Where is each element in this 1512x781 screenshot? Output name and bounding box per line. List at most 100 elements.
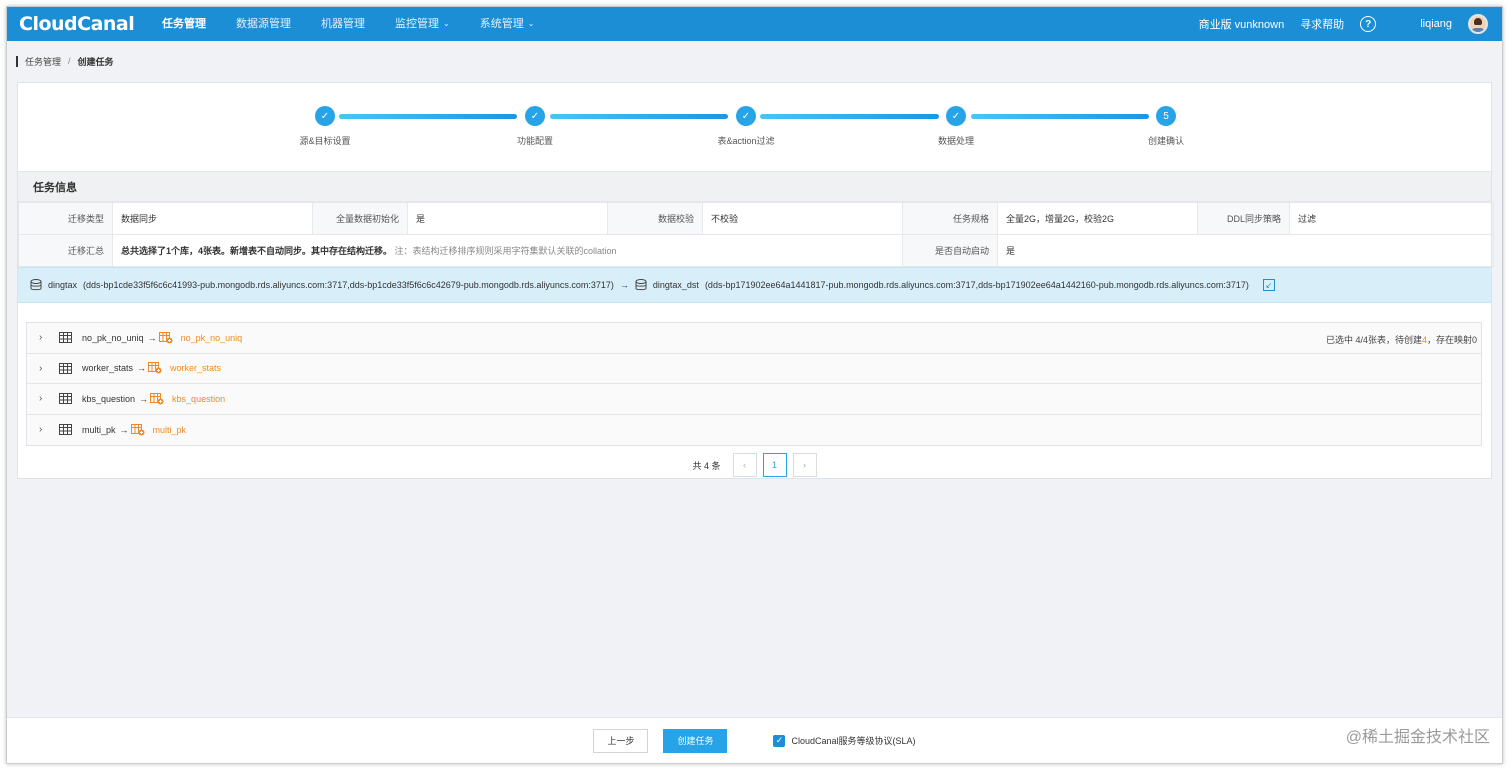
step-number: 5 <box>1156 106 1176 126</box>
spec-value: 全量2G，增量2G，校验2G <box>997 202 1198 235</box>
nav-system-management[interactable]: 系统管理 ⌄ <box>465 7 550 41</box>
step-connector <box>550 114 728 119</box>
step-label: 表&action过滤 <box>717 136 775 146</box>
selection-prefix: 已选中 4/4张表，待创建 <box>1325 335 1422 345</box>
step-data-processing: ✓ 数据处理 <box>916 106 996 147</box>
target-db-hosts: (dds-bp171902ee64a1441817-pub.mongodb.rd… <box>704 280 1249 290</box>
nav-label: 任务管理 <box>162 18 206 30</box>
footer-action-bar: 上一步 创建任务 ✓ CloudCanal服务等级协议(SLA) <box>7 717 1502 763</box>
arrow-right-icon: → <box>137 363 147 374</box>
autostart-label: 是否自动启动 <box>902 234 998 267</box>
step-function-config: ✓ 功能配置 <box>495 106 575 147</box>
selection-suffix: ，存在映射0 <box>1426 335 1477 345</box>
database-icon <box>635 279 647 291</box>
chevron-right-icon[interactable]: › <box>39 363 49 374</box>
pagination: 共 4 条 ‹ 1 › <box>18 453 1491 477</box>
step-label: 源&目标设置 <box>299 136 351 146</box>
avatar[interactable] <box>1468 14 1488 34</box>
task-info-title: 任务信息 <box>18 171 1491 202</box>
prev-page-button[interactable]: ‹ <box>732 453 757 477</box>
summary-label: 迁移汇总 <box>18 234 113 267</box>
step-create-confirm: 5 创建确认 <box>1126 106 1206 147</box>
next-page-button[interactable]: › <box>792 453 817 477</box>
nav-machine-management[interactable]: 机器管理 <box>306 7 380 41</box>
verify-label: 数据校验 <box>607 202 703 235</box>
cloudcanal-logo[interactable]: CloudCanal <box>19 13 147 35</box>
chevron-right-icon[interactable]: › <box>39 424 49 435</box>
nav-task-management[interactable]: 任务管理 <box>147 7 221 41</box>
table-row[interactable]: › no_pk_no_uniq → no_pk_no_uniq 已选中 4/4张… <box>27 323 1481 354</box>
create-task-button[interactable]: 创建任务 <box>663 728 728 753</box>
arrow-right-icon: → <box>147 332 157 343</box>
full-init-label: 全量数据初始化 <box>312 202 408 235</box>
chevron-right-icon[interactable]: › <box>39 393 49 404</box>
question-circle-icon[interactable]: ? <box>1360 16 1377 32</box>
task-info-table: 迁移类型 数据同步 全量数据初始化 是 数据校验 不校验 任务规格 全量2G，增… <box>18 202 1494 267</box>
new-table-icon <box>158 331 173 344</box>
header-right: 商业版 vunknown 寻求帮助 ? liqiang <box>1199 14 1502 34</box>
check-icon: ✓ <box>525 106 545 126</box>
arrow-right-icon: → <box>139 393 149 404</box>
task-info-row: 迁移汇总 总共选择了1个库，4张表。新增表不自动同步。其中存在结构迁移。 注：表… <box>18 234 1494 267</box>
new-table-icon <box>130 423 145 436</box>
nav-datasource-management[interactable]: 数据源管理 <box>221 7 306 41</box>
autostart-value: 是 <box>997 234 1494 267</box>
target-table-name: multi_pk <box>152 424 187 435</box>
selection-summary: 已选中 4/4张表，待创建4，存在映射0 <box>1326 333 1477 346</box>
breadcrumb-separator: / <box>68 56 71 66</box>
source-db-hosts: (dds-bp1cde33f5f6c6c41993-pub.mongodb.rd… <box>83 280 614 290</box>
verify-value: 不校验 <box>702 202 903 235</box>
step-connector <box>760 114 939 119</box>
ddl-label: DDL同步策略 <box>1197 202 1290 235</box>
total-count: 共 4 条 <box>692 460 721 471</box>
main-nav: 任务管理 数据源管理 机器管理 监控管理 ⌄ 系统管理 ⌄ <box>147 7 549 41</box>
table-icon <box>59 424 72 436</box>
source-table-name: kbs_question <box>82 393 136 404</box>
create-task-panel: ✓ 源&目标设置 ✓ 功能配置 ✓ 表&action过滤 ✓ 数据处理 5 创建… <box>17 82 1494 479</box>
previous-step-button[interactable]: 上一步 <box>593 728 649 753</box>
watermark: @稀土掘金技术社区 <box>1345 729 1490 746</box>
full-init-value: 是 <box>407 202 608 235</box>
table-row[interactable]: › kbs_question → kbs_question <box>27 384 1481 415</box>
sla-label[interactable]: CloudCanal服务等级协议(SLA) <box>791 734 915 747</box>
step-label: 功能配置 <box>516 136 553 146</box>
target-db-name: dingtax_dst <box>652 280 699 290</box>
top-navbar: CloudCanal 任务管理 数据源管理 机器管理 监控管理 ⌄ 系统管理 ⌄ 商… <box>7 7 1502 41</box>
check-icon: ✓ <box>946 106 966 126</box>
table-row[interactable]: › worker_stats → worker_stats <box>27 353 1481 384</box>
target-table-name: no_pk_no_uniq <box>180 332 243 343</box>
checkbox-checked-icon[interactable]: ✓ <box>773 734 786 747</box>
source-table-name: worker_stats <box>82 363 134 374</box>
breadcrumb-current: 创建任务 <box>77 56 114 67</box>
step-table-action-filter: ✓ 表&action过滤 <box>706 106 786 147</box>
new-table-icon <box>148 362 162 374</box>
chevron-right-icon[interactable]: › <box>39 332 49 343</box>
database-icon <box>30 279 42 291</box>
step-label: 数据处理 <box>937 136 974 146</box>
nav-label: 系统管理 <box>479 18 524 30</box>
nav-label: 监控管理 <box>395 18 439 30</box>
nav-label: 机器管理 <box>321 18 365 30</box>
breadcrumb-parent[interactable]: 任务管理 <box>25 55 61 68</box>
nav-monitor-management[interactable]: 监控管理 ⌄ <box>380 7 465 41</box>
step-label: 创建确认 <box>1147 136 1184 146</box>
table-row[interactable]: › multi_pk → multi_pk <box>27 414 1481 445</box>
new-table-icon <box>150 392 164 405</box>
breadcrumb-marker <box>16 55 18 67</box>
expand-icon[interactable]: ↙ <box>1262 279 1275 291</box>
help-link[interactable]: 寻求帮助 <box>1300 16 1344 32</box>
app-window: CloudCanal 任务管理 数据源管理 机器管理 监控管理 ⌄ 系统管理 ⌄ 商… <box>6 6 1503 764</box>
mapping-arrow: → <box>619 280 629 290</box>
summary-cell: 总共选择了1个库，4张表。新增表不自动同步。其中存在结构迁移。 注：表结构迁移排… <box>112 234 903 267</box>
source-table-name: multi_pk <box>82 424 116 435</box>
arrow-right-icon: → <box>119 424 129 435</box>
target-table-name: kbs_question <box>172 393 226 404</box>
page-1-button[interactable]: 1 <box>762 453 787 477</box>
username[interactable]: liqiang <box>1420 18 1452 30</box>
table-mapping-list: › no_pk_no_uniq → no_pk_no_uniq 已选中 4/4张… <box>26 322 1482 446</box>
target-table-name: worker_stats <box>170 363 222 374</box>
chevron-down-icon: ⌄ <box>443 19 450 28</box>
sla-agreement[interactable]: ✓ CloudCanal服务等级协议(SLA) <box>773 734 916 747</box>
step-connector <box>339 114 517 119</box>
stepper: ✓ 源&目标设置 ✓ 功能配置 ✓ 表&action过滤 ✓ 数据处理 5 创建… <box>18 83 1491 171</box>
